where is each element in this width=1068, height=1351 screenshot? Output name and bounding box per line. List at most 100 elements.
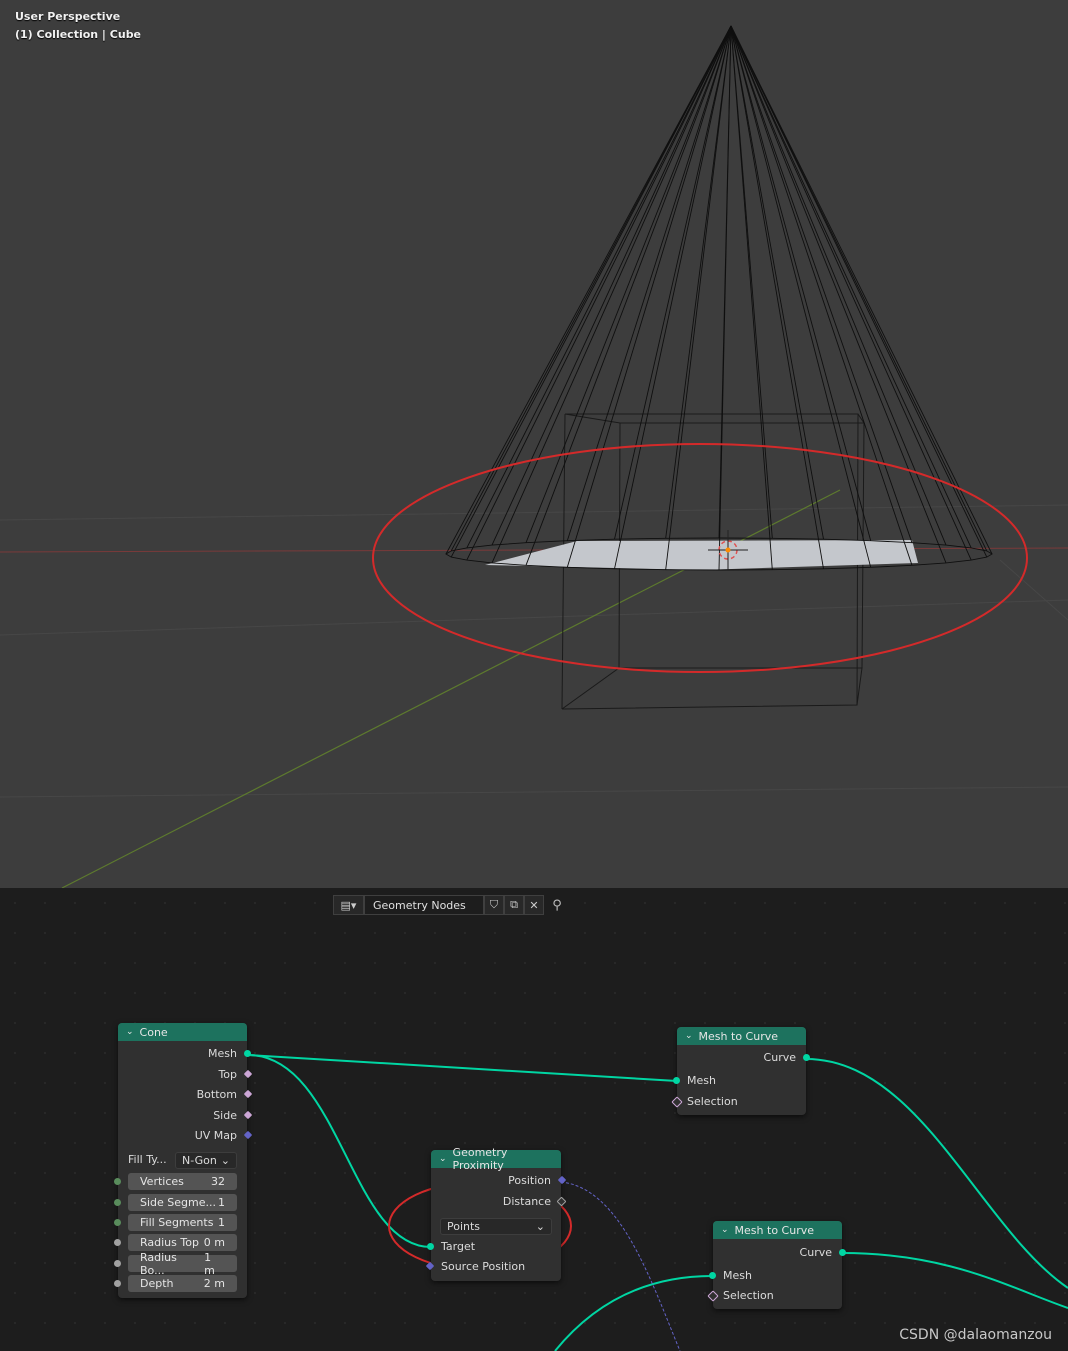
curve-socket[interactable] [803,1054,810,1061]
node-editor-icon: ▤▾ [340,898,357,912]
output-label: Distance [502,1195,551,1208]
editor-type-button[interactable]: ▤▾ [333,895,364,915]
input-label: Target [441,1240,476,1253]
cone-edge [730,25,993,555]
perspective-label: User Perspective [15,10,121,23]
node-editor[interactable]: ▤▾ Geometry Nodes ⛉ ⧉ ✕ ⚲ ⌄ Cone Mesh To… [0,888,1068,1351]
mesh-input: Mesh [709,1267,842,1285]
radius-bottom-field[interactable]: Radius Bo... 1 m [114,1251,237,1277]
field-label: Depth [140,1277,174,1290]
proximity-mode-dropdown[interactable]: Points ⌄ [440,1218,552,1235]
fill-type-dropdown[interactable]: N-Gon ⌄ [175,1152,237,1169]
output-label: Mesh [208,1047,237,1060]
cone-node[interactable]: ⌄ Cone Mesh Top Bottom Side UV Map Fill … [114,1023,253,1298]
cone-edge [730,25,913,566]
chevron-down-icon[interactable]: ⌄ [439,1154,447,1164]
cone-output-bottom: Bottom [118,1086,253,1104]
curve-output: Curve [677,1049,810,1067]
cone-output-mesh: Mesh [118,1045,251,1063]
chevron-down-icon[interactable]: ⌄ [685,1031,693,1041]
source-position-input: Source Position [425,1258,561,1276]
position-output: Position [431,1172,567,1190]
input-label: Source Position [441,1260,526,1273]
output-label: Position [508,1174,551,1187]
3d-viewport[interactable]: User Perspective (1) Collection | Cube [0,0,1068,888]
radius-top-socket[interactable] [114,1239,121,1246]
distance-output: Distance [431,1193,567,1211]
mesh-to-curve-2-title: Mesh to Curve [734,1223,814,1237]
cone-output-uvmap: UV Map [118,1127,253,1145]
chevron-down-icon: ⌄ [535,1220,545,1233]
cone-node-title: Cone [139,1025,168,1039]
shield-icon: ⛉ [489,898,499,911]
chevron-down-icon[interactable]: ⌄ [126,1027,134,1037]
mesh-input: Mesh [673,1072,806,1090]
radius-top-field[interactable]: Radius Top 0 m [114,1234,237,1251]
depth-field[interactable]: Depth 2 m [114,1275,237,1292]
copy-icon: ⧉ [510,898,518,911]
field-value: 2 m [203,1277,225,1290]
pin-icon: ⚲ [552,897,562,913]
vertices-socket[interactable] [114,1178,121,1185]
pin-button[interactable]: ⚲ [544,898,570,913]
cone-output-top: Top [118,1066,253,1084]
cone-edge [491,25,732,564]
fill-segments-socket[interactable] [114,1219,121,1226]
output-label: Curve [763,1051,796,1064]
fake-user-button[interactable]: ⛉ [484,895,504,915]
editor-header: ▤▾ Geometry Nodes ⛉ ⧉ ✕ ⚲ [333,894,570,916]
side-segments-field[interactable]: Side Segme... 1 [114,1194,237,1211]
cone-edge [466,25,732,549]
output-label: Side [213,1109,237,1122]
field-value: 1 m [204,1250,215,1277]
cone-edge [730,25,947,564]
mesh-socket[interactable] [244,1050,251,1057]
link-cone-to-proximity [247,1054,432,1248]
curve-output: Curve [713,1244,846,1262]
fill-segments-field[interactable]: Fill Segments 1 [114,1214,237,1231]
field-value: 32 [211,1175,225,1188]
output-label: Bottom [196,1088,237,1101]
cone-edge [730,25,913,543]
input-label: Selection [723,1289,774,1302]
vertices-field[interactable]: Vertices 32 [114,1173,237,1190]
cone-edge [450,25,732,552]
mesh-socket[interactable] [673,1077,680,1084]
side-segments-socket[interactable] [114,1199,121,1206]
field-value: 1 [218,1196,225,1209]
cone-edge [614,25,732,540]
output-label: Top [218,1068,237,1081]
mesh-to-curve-node-1[interactable]: ⌄ Mesh to Curve Curve Mesh Selection [671,1027,810,1115]
depth-socket[interactable] [114,1280,121,1287]
cone-edge [730,25,988,552]
mesh-to-curve-1-header[interactable]: ⌄ Mesh to Curve [677,1027,806,1045]
mesh-socket[interactable] [709,1272,716,1279]
watermark: CSDN @dalaomanzou [899,1327,1052,1343]
radius-bottom-socket[interactable] [114,1260,121,1267]
cone-edge [491,25,732,546]
node-tree-name-field[interactable]: Geometry Nodes [364,895,484,915]
selection-input: Selection [707,1287,842,1305]
selection-input: Selection [671,1093,806,1111]
collection-label: (1) Collection | Cube [15,28,142,41]
geometry-proximity-header[interactable]: ⌄ Geometry Proximity [431,1146,561,1172]
curve-socket[interactable] [839,1249,846,1256]
target-socket[interactable] [427,1243,434,1250]
input-label: Selection [687,1095,738,1108]
unlink-button[interactable]: ✕ [524,895,544,915]
mesh-to-curve-2-header[interactable]: ⌄ Mesh to Curve [713,1221,842,1239]
blender-window: User Perspective (1) Collection | Cube ▤… [0,0,1068,1351]
cone-edge [730,25,972,561]
field-value: 0 m [203,1236,225,1249]
cone-output-side: Side [118,1107,253,1125]
cone-node-header[interactable]: ⌄ Cone [118,1023,247,1041]
viewport-scene [0,25,1068,888]
field-label: Radius Top [140,1236,199,1249]
cone-wireframe [445,25,993,571]
chevron-down-icon[interactable]: ⌄ [721,1225,729,1235]
field-label: Side Segme... [140,1196,216,1209]
mesh-to-curve-node-2[interactable]: ⌄ Mesh to Curve Curve Mesh Selection [707,1221,846,1309]
field-label: Vertices [140,1175,184,1188]
geometry-proximity-node[interactable]: ⌄ Geometry Proximity Position Distance P… [425,1146,567,1281]
duplicate-button[interactable]: ⧉ [504,895,524,915]
